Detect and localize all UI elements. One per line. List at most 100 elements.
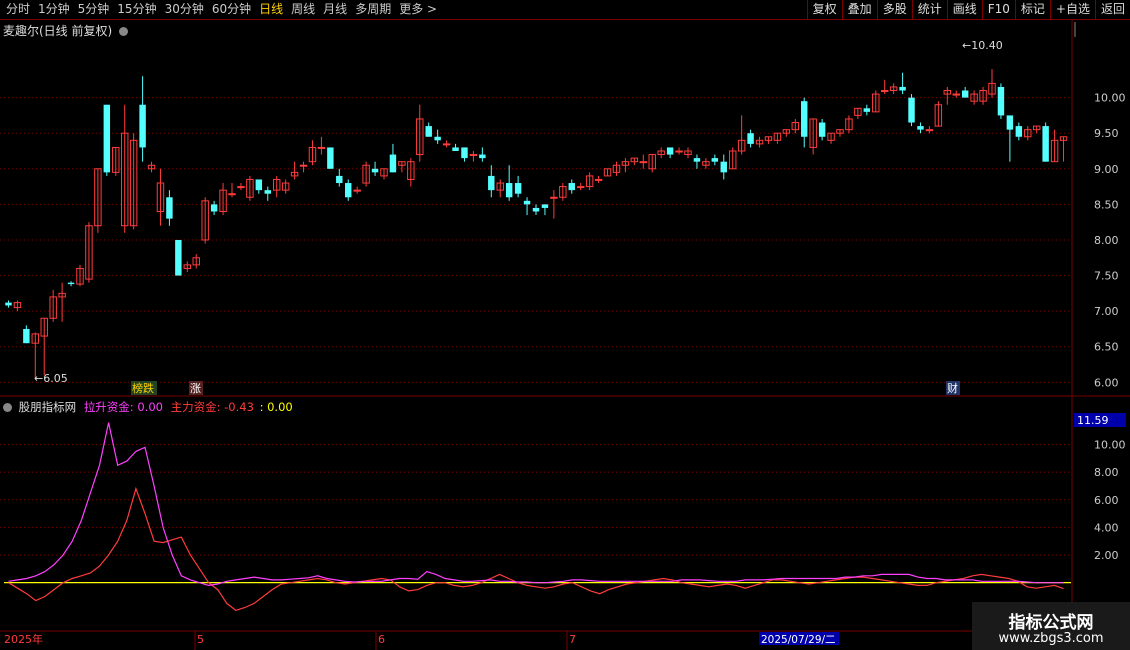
- date-label-month: 5: [197, 633, 204, 646]
- candle-body: [345, 183, 352, 198]
- watermark-url: www.zbgs3.com: [998, 631, 1104, 646]
- candle-body: [210, 204, 218, 212]
- date-label-month: 6: [378, 633, 385, 646]
- price-tick-label: 7.50: [1094, 270, 1119, 283]
- period-tab-4[interactable]: 30分钟: [161, 0, 208, 19]
- candle-body: [425, 126, 432, 137]
- period-tab-10[interactable]: 更多 >: [395, 0, 441, 19]
- candle-body: [67, 282, 75, 285]
- period-tab-2[interactable]: 5分钟: [74, 0, 114, 19]
- red-series-line: [8, 486, 1064, 611]
- toolbar-button-8[interactable]: 返回: [1094, 0, 1130, 19]
- event-marker-zhang: 涨: [190, 382, 201, 395]
- toolbar-button-7[interactable]: +自选: [1049, 0, 1095, 19]
- candle-body: [594, 178, 603, 181]
- candle-body: [818, 122, 826, 137]
- candle-body: [711, 158, 719, 162]
- indicator-tick-label: 8.00: [1094, 466, 1119, 479]
- candle-body: [237, 186, 245, 189]
- candle-body: [997, 86, 1005, 116]
- candle-body: [5, 302, 12, 306]
- period-tab-5[interactable]: 60分钟: [208, 0, 255, 19]
- candle-body: [23, 328, 30, 344]
- candle-body: [389, 154, 397, 173]
- candle-body: [720, 161, 727, 173]
- candle-body: [514, 183, 522, 194]
- candle-body: [899, 86, 906, 91]
- period-tab-0[interactable]: 分时: [2, 0, 34, 19]
- candle-body: [327, 147, 334, 169]
- stock-title: 麦趣尔(日线 前复权): [3, 24, 113, 38]
- indicator-name[interactable]: 股朋指标网: [19, 400, 77, 414]
- candle-body: [434, 136, 441, 141]
- settings-dropdown-icon[interactable]: [119, 27, 129, 36]
- price-tick-label: 9.00: [1094, 163, 1119, 176]
- candle-body: [353, 189, 361, 192]
- candle-body: [541, 204, 549, 208]
- candle-body: [461, 147, 468, 159]
- candle-body: [1006, 115, 1014, 130]
- candle-body: [576, 186, 585, 189]
- candle-body: [166, 197, 173, 219]
- event-marker-cai: 财: [947, 381, 958, 395]
- price-tick-label: 9.50: [1094, 127, 1119, 140]
- candle-body: [336, 175, 343, 184]
- event-marker-bangdie: 榜跌: [132, 381, 154, 395]
- price-tick-label: 10.00: [1094, 92, 1126, 105]
- candle-body: [523, 200, 531, 205]
- toolbar-actions: 复权 叠加 多股 统计 画线 F10 标记 +自选 返回: [806, 0, 1130, 19]
- candle-body: [693, 158, 701, 162]
- candle-body: [469, 154, 478, 157]
- toolbar-button-4[interactable]: 画线: [946, 0, 982, 19]
- indicator-title: 股朋指标网 拉升资金: 0.00 主力资金: -0.43 : 0.00: [3, 399, 293, 415]
- candle-body: [1042, 126, 1049, 162]
- candle-body: [952, 93, 960, 96]
- period-tab-1[interactable]: 1分钟: [34, 0, 74, 19]
- candle-body: [452, 147, 459, 151]
- candle-body: [255, 179, 263, 191]
- candle-body: [505, 183, 513, 198]
- red-series-label: 主力资金: -0.43: [170, 400, 254, 414]
- candle-body: [675, 150, 683, 153]
- top-toolbar: 分时 1分钟 5分钟 15分钟 30分钟 60分钟 日线 周线 月线 多周期 更多 > 复权 叠加 多股…: [0, 0, 1130, 20]
- candle-body: [880, 90, 889, 92]
- period-tab-3[interactable]: 15分钟: [113, 0, 160, 19]
- price-tick-label: 6.00: [1094, 376, 1119, 389]
- candle-body: [925, 129, 934, 132]
- kline-chart[interactable]: 10.00 9.50 9.00 8.50 8.00 7.50 7.00 6.50 6.00 ←10…: [0, 20, 1130, 650]
- low-price-label: ←6.05: [34, 372, 68, 385]
- toolbar-button-6[interactable]: 标记: [1014, 0, 1050, 19]
- date-label-month: 7: [569, 633, 576, 646]
- price-tick-label: 6.50: [1094, 341, 1119, 354]
- current-value-label: 11.59: [1077, 414, 1109, 427]
- period-tab-8[interactable]: 月线: [319, 0, 351, 19]
- toolbar-button-1[interactable]: 叠加: [841, 0, 877, 19]
- candle-body: [371, 168, 379, 173]
- period-tab-6[interactable]: 日线: [255, 0, 287, 19]
- candle-body: [175, 239, 182, 276]
- candle-body: [228, 193, 236, 196]
- candle-body: [442, 143, 451, 146]
- candle-body: [863, 108, 871, 112]
- candle-body: [103, 104, 111, 173]
- period-tab-7[interactable]: 周线: [287, 0, 319, 19]
- candle-body: [568, 183, 575, 191]
- toolbar-button-2[interactable]: 多股: [876, 0, 912, 19]
- candle-body: [908, 97, 915, 123]
- watermark-title: 指标公式网: [1008, 613, 1094, 633]
- candle-body: [479, 154, 486, 159]
- candle-body: [299, 164, 308, 167]
- price-tick-label: 8.00: [1094, 234, 1119, 247]
- toolbar-button-0[interactable]: 复权: [806, 0, 842, 19]
- indicator-dropdown-icon[interactable]: [3, 403, 12, 412]
- watermark: 指标公式网 www.zbgs3.com: [972, 602, 1130, 650]
- candle-body: [264, 190, 271, 194]
- period-tab-9[interactable]: 多周期: [351, 0, 395, 19]
- period-tabs: 分时 1分钟 5分钟 15分钟 30分钟 60分钟 日线 周线 月线 多周期 更多 >: [2, 0, 441, 19]
- toolbar-button-3[interactable]: 统计: [911, 0, 947, 19]
- yellow-series-label: : 0.00: [259, 400, 293, 414]
- toolbar-button-5[interactable]: F10: [981, 0, 1015, 19]
- candle-body: [1015, 126, 1023, 137]
- indicator-tick-label: 10.00: [1094, 439, 1126, 452]
- date-cursor-label: 2025/07/29/二: [761, 634, 836, 646]
